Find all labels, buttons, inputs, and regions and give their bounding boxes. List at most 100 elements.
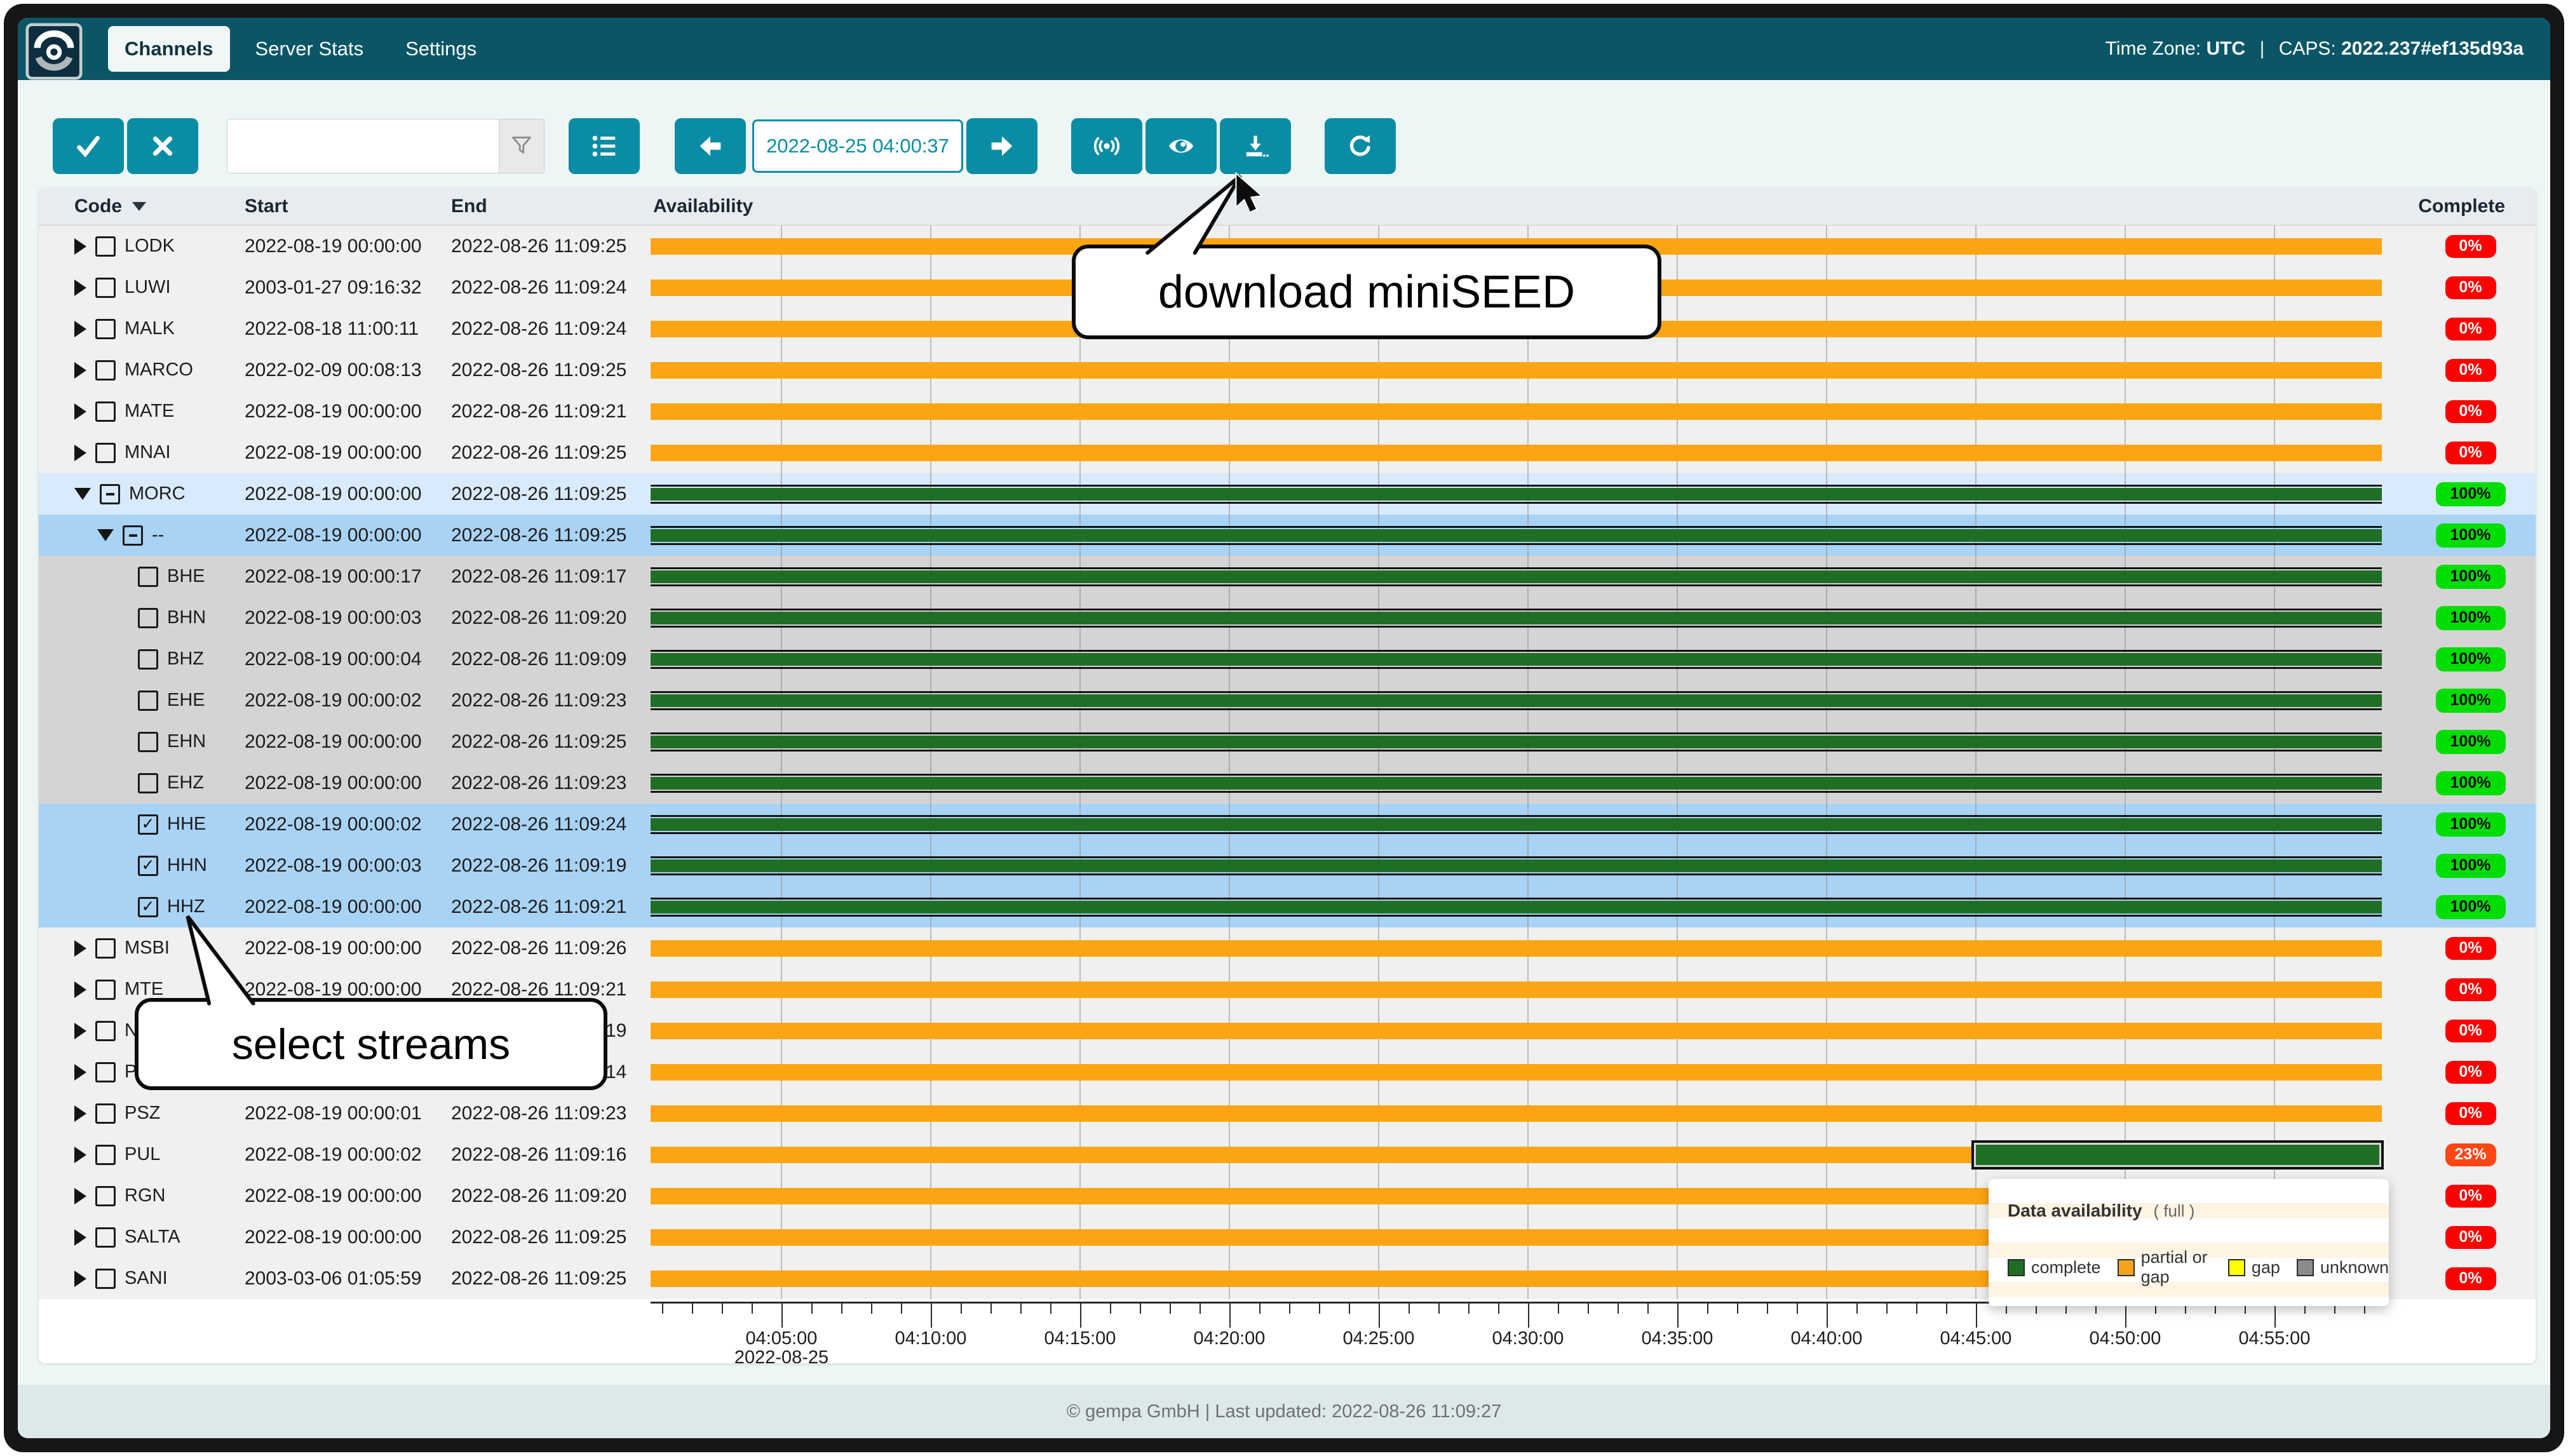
preview-button[interactable] [1145,118,1217,174]
column-header-end[interactable]: End [449,196,651,217]
expand-arrow-icon[interactable] [74,1105,86,1122]
checkbox-BHE[interactable] [138,567,158,587]
checkbox-RGN[interactable] [95,1186,116,1206]
availability-cell[interactable] [651,804,2384,845]
availability-cell[interactable] [651,886,2384,927]
checkbox-EHE[interactable] [138,691,158,711]
availability-cell[interactable] [651,432,2384,473]
expand-arrow-icon[interactable] [74,1188,86,1204]
row-BHN[interactable]: BHN2022-08-19 00:00:032022-08-26 11:09:2… [39,597,2536,638]
collapse-arrow-icon[interactable] [97,529,114,541]
availability-cell[interactable] [651,721,2384,762]
tab-channels[interactable]: Channels [108,26,230,72]
row-MORC[interactable]: MORC2022-08-19 00:00:002022-08-26 11:09:… [39,473,2536,515]
availability-cell[interactable] [651,597,2384,638]
checkbox-MNAI[interactable] [95,443,116,463]
availability-cell[interactable] [651,556,2384,597]
availability-cell[interactable] [651,1093,2384,1134]
availability-cell[interactable] [651,638,2384,680]
availability-cell[interactable] [651,969,2384,1010]
row-BHE[interactable]: BHE2022-08-19 00:00:172022-08-26 11:09:1… [39,556,2536,597]
row-HHZ[interactable]: HHZ2022-08-19 00:00:002022-08-26 11:09:2… [39,886,2536,927]
availability-cell[interactable] [651,515,2384,556]
checkbox-EHN[interactable] [138,732,158,752]
checkbox-HHZ[interactable] [138,897,158,917]
expand-arrow-icon[interactable] [74,940,86,957]
filter-funnel-area[interactable] [499,119,544,173]
select-all-button[interactable] [53,118,124,174]
column-header-start[interactable]: Start [242,196,449,217]
expand-arrow-icon[interactable] [74,1064,86,1081]
row-MATE[interactable]: MATE2022-08-19 00:00:002022-08-26 11:09:… [39,391,2536,432]
checkbox-BHN[interactable] [138,608,158,628]
availability-cell[interactable] [651,391,2384,432]
checkbox-LUWI[interactable] [95,278,116,298]
row---[interactable]: --2022-08-19 00:00:002022-08-26 11:09:25… [39,515,2536,556]
row-EHN[interactable]: EHN2022-08-19 00:00:002022-08-26 11:09:2… [39,721,2536,762]
availability-cell[interactable] [651,473,2384,515]
checkbox-MORC[interactable] [100,484,120,504]
checkbox-PSZ[interactable] [95,1103,116,1124]
row-MNAI[interactable]: MNAI2022-08-19 00:00:002022-08-26 11:09:… [39,432,2536,473]
checkbox-PL[interactable] [95,1062,116,1082]
reload-button[interactable] [1325,118,1396,174]
download-button[interactable] [1220,118,1291,174]
column-header-availability[interactable]: Availability [651,196,2384,217]
checkbox-MTE[interactable] [95,980,116,1000]
checkbox-MSBI[interactable] [95,938,116,959]
row-EHZ[interactable]: EHZ2022-08-19 00:00:002022-08-26 11:09:2… [39,762,2536,804]
expand-arrow-icon[interactable] [74,403,86,420]
availability-cell[interactable] [651,349,2384,391]
checkbox-NI[interactable] [95,1021,116,1041]
checkbox-BHZ[interactable] [138,649,158,670]
prev-window-button[interactable] [675,118,746,174]
checkbox-EHZ[interactable] [138,773,158,793]
availability-cell[interactable] [651,762,2384,804]
checkbox-MALK[interactable] [95,319,116,339]
tab-server-stats[interactable]: Server Stats [239,26,381,72]
expand-arrow-icon[interactable] [74,1271,86,1287]
row-MARCO[interactable]: MARCO2022-02-09 00:08:132022-08-26 11:09… [39,349,2536,391]
availability-cell[interactable] [651,927,2384,969]
collapse-arrow-icon[interactable] [74,488,91,500]
availability-cell[interactable] [651,845,2384,886]
expand-arrow-icon[interactable] [74,321,86,337]
availability-cell[interactable] [651,1134,2384,1175]
filter-input[interactable] [227,119,499,173]
tab-settings[interactable]: Settings [389,26,493,72]
datetime-display[interactable]: 2022-08-25 04:00:37 [752,119,963,173]
row-BHZ[interactable]: BHZ2022-08-19 00:00:042022-08-26 11:09:0… [39,638,2536,680]
checkbox-HHN[interactable] [138,856,158,876]
realtime-button[interactable] [1071,118,1142,174]
expand-arrow-icon[interactable] [74,445,86,461]
checkbox---[interactable] [123,525,143,546]
expand-arrow-icon[interactable] [74,362,86,379]
expand-arrow-icon[interactable] [74,1229,86,1246]
availability-cell[interactable] [651,1010,2384,1051]
availability-cell[interactable] [651,1051,2384,1093]
expand-arrow-icon[interactable] [74,1147,86,1163]
checkbox-LODK[interactable] [95,236,116,257]
checkbox-SALTA[interactable] [95,1227,116,1248]
column-header-complete[interactable]: Complete [2384,196,2536,217]
expand-arrow-icon[interactable] [74,981,86,998]
expand-arrow-icon[interactable] [74,238,86,255]
channel-list-button[interactable] [569,118,640,174]
checkbox-PUL[interactable] [95,1145,116,1165]
checkbox-HHE[interactable] [138,814,158,835]
checkbox-SANI[interactable] [95,1269,116,1289]
row-HHE[interactable]: HHE2022-08-19 00:00:022022-08-26 11:09:2… [39,804,2536,845]
row-EHE[interactable]: EHE2022-08-19 00:00:022022-08-26 11:09:2… [39,680,2536,721]
next-window-button[interactable] [966,118,1037,174]
row-HHN[interactable]: HHN2022-08-19 00:00:032022-08-26 11:09:1… [39,845,2536,886]
checkbox-MARCO[interactable] [95,360,116,381]
row-PUL[interactable]: PUL2022-08-19 00:00:022022-08-26 11:09:1… [39,1134,2536,1175]
column-header-code[interactable]: Code [39,196,242,217]
availability-cell[interactable] [651,680,2384,721]
row-MSBI[interactable]: MSBI2022-08-19 00:00:002022-08-26 11:09:… [39,927,2536,969]
checkbox-MATE[interactable] [95,401,116,422]
expand-arrow-icon[interactable] [74,280,86,296]
expand-arrow-icon[interactable] [74,1023,86,1039]
row-PSZ[interactable]: PSZ2022-08-19 00:00:012022-08-26 11:09:2… [39,1093,2536,1134]
clear-selection-button[interactable] [127,118,198,174]
